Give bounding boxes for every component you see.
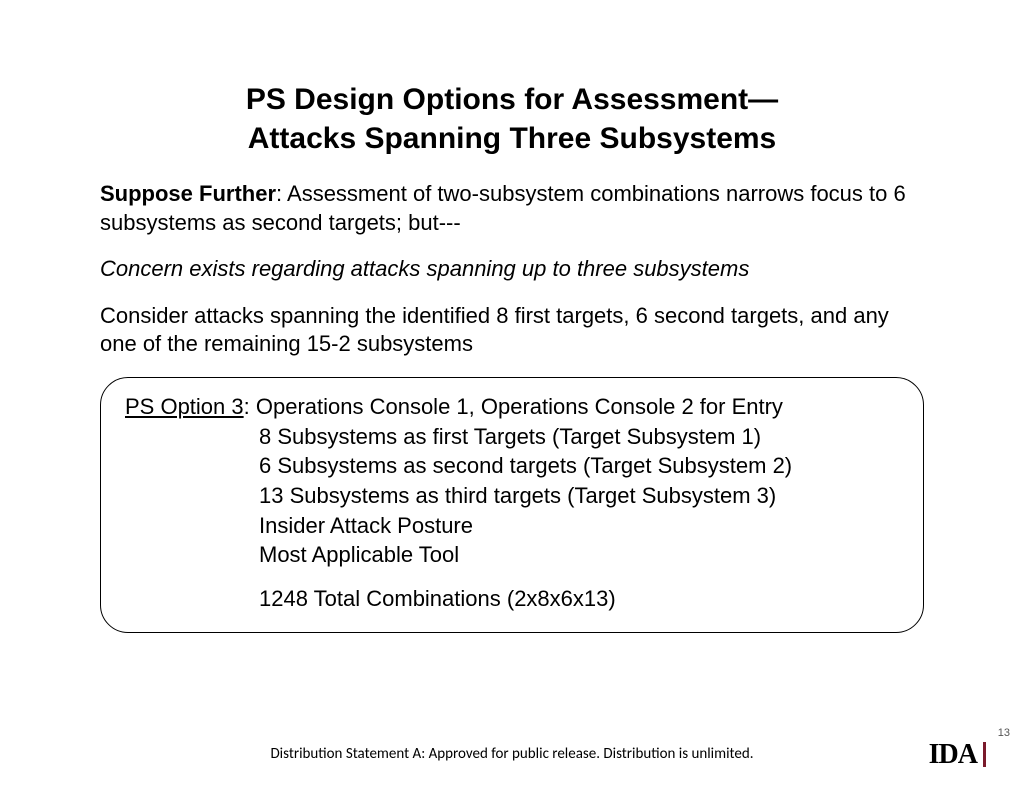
logo-text: IDA	[929, 742, 986, 767]
paragraph-concern: Concern exists regarding attacks spannin…	[100, 255, 924, 284]
page-number: 13	[998, 727, 1010, 739]
title-line-2: Attacks Spanning Three Subsystems	[248, 122, 777, 155]
paragraph-suppose-further: Suppose Further: Assessment of two-subsy…	[100, 180, 924, 237]
option-line-4: 13 Subsystems as third targets (Target S…	[125, 481, 899, 511]
option-line-1-rest: : Operations Console 1, Operations Conso…	[244, 394, 783, 419]
option-total: 1248 Total Combinations (2x8x6x13)	[125, 584, 899, 614]
slide-title: PS Design Options for Assessment— Attack…	[100, 80, 924, 158]
option-line-1: PS Option 3: Operations Console 1, Opera…	[125, 392, 899, 422]
slide: PS Design Options for Assessment— Attack…	[0, 0, 1024, 791]
footer-distribution: Distribution Statement A: Approved for p…	[0, 745, 1024, 763]
option-line-3: 6 Subsystems as second targets (Target S…	[125, 451, 899, 481]
option-line-2: 8 Subsystems as first Targets (Target Su…	[125, 422, 899, 452]
option-box: PS Option 3: Operations Console 1, Opera…	[100, 377, 924, 633]
option-line-6: Most Applicable Tool	[125, 540, 899, 570]
option-label: PS Option 3	[125, 394, 244, 419]
logo: IDA	[929, 742, 986, 767]
title-line-1: PS Design Options for Assessment—	[246, 83, 778, 116]
lead-bold: Suppose Further	[100, 181, 276, 206]
option-line-5: Insider Attack Posture	[125, 511, 899, 541]
paragraph-consider: Consider attacks spanning the identified…	[100, 302, 924, 359]
